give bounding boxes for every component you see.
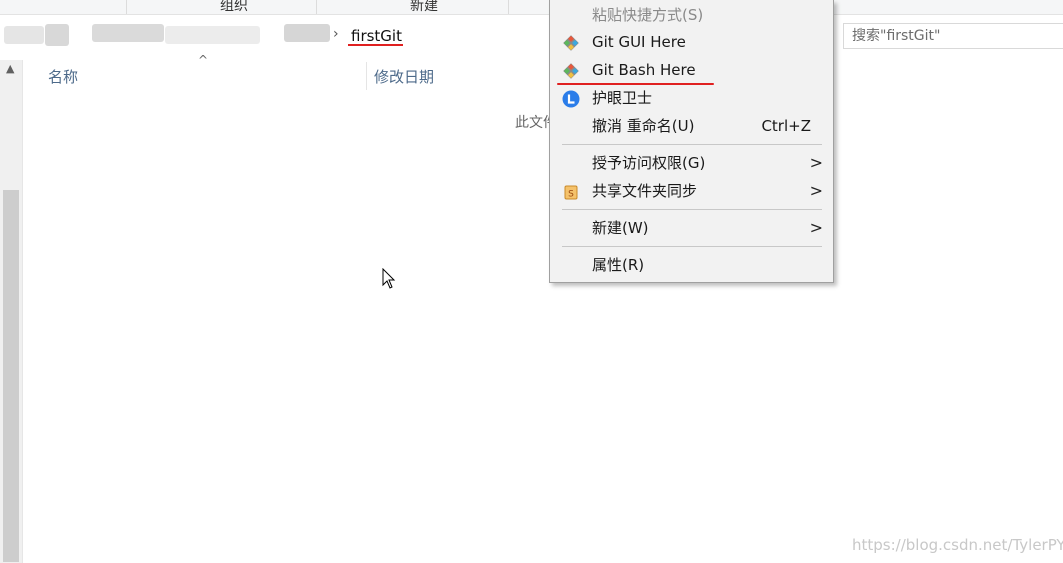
menu-separator: [562, 209, 822, 210]
menu-item-give-access[interactable]: 授予访问权限(G) >: [550, 149, 833, 177]
blurred-crumb: [45, 24, 69, 46]
eye-guard-icon: [562, 90, 580, 108]
menu-item-label: 共享文件夹同步: [592, 182, 698, 200]
context-menu: 粘贴快捷方式(S) Git GUI Here Git Bash Here 护眼卫…: [549, 0, 834, 283]
menu-item-label: Git Bash Here: [592, 61, 696, 79]
menu-item-git-bash[interactable]: Git Bash Here: [550, 56, 833, 84]
ribbon-separator: [126, 0, 127, 14]
menu-item-eye-guard[interactable]: 护眼卫士: [550, 84, 833, 112]
blurred-crumb: [4, 26, 44, 44]
git-icon: [563, 35, 579, 51]
submenu-chevron-icon: >: [809, 153, 823, 172]
git-icon: [563, 63, 579, 79]
mouse-pointer-icon: [382, 268, 396, 289]
svg-text:S: S: [568, 190, 574, 200]
menu-item-label: Git GUI Here: [592, 33, 686, 51]
ribbon-group-organize[interactable]: 组织: [220, 0, 248, 15]
menu-item-paste-shortcut[interactable]: 粘贴快捷方式(S): [550, 1, 833, 29]
watermark-text: https://blog.csdn.net/TylerPY: [852, 536, 1063, 554]
column-header-modified[interactable]: 修改日期: [374, 60, 434, 94]
menu-item-undo-rename[interactable]: 撤消 重命名(U) Ctrl+Z: [550, 112, 833, 140]
menu-item-label: 护眼卫士: [592, 89, 653, 107]
blurred-crumb: [284, 24, 330, 42]
blurred-crumb: [92, 24, 164, 42]
menu-item-properties[interactable]: 属性(R): [550, 251, 833, 279]
breadcrumb-chevron-icon[interactable]: ›: [333, 26, 339, 42]
menu-item-shortcut: Ctrl+Z: [761, 117, 811, 135]
sort-ascending-icon: ^: [198, 53, 209, 67]
red-underline-annotation: [348, 44, 403, 46]
menu-item-label: 撤消 重命名(U): [592, 117, 695, 135]
menu-item-label: 新建(W): [592, 219, 649, 237]
ribbon-group-new[interactable]: 新建: [410, 0, 438, 15]
nav-pane-scrollbar[interactable]: ▲: [0, 60, 23, 563]
scrollbar-thumb[interactable]: [3, 190, 19, 562]
ribbon-separator: [316, 0, 317, 14]
sync-folder-icon: S: [564, 185, 578, 200]
menu-separator: [562, 144, 822, 145]
ribbon-toolbar: 组织 新建: [0, 0, 1063, 15]
menu-item-label: 属性(R): [592, 256, 645, 274]
menu-item-folder-sync[interactable]: S 共享文件夹同步 >: [550, 177, 833, 205]
breadcrumb-current-folder[interactable]: firstGit: [351, 27, 402, 45]
menu-item-label: 粘贴快捷方式(S): [592, 6, 704, 24]
scroll-up-arrow-icon[interactable]: ▲: [6, 62, 14, 75]
menu-item-git-gui[interactable]: Git GUI Here: [550, 28, 833, 56]
search-input[interactable]: [844, 24, 1063, 48]
column-header-name[interactable]: 名称: [48, 60, 78, 94]
submenu-chevron-icon: >: [809, 218, 823, 237]
ribbon-separator: [508, 0, 509, 14]
blurred-crumb: [165, 26, 260, 44]
search-box[interactable]: [843, 23, 1063, 49]
column-separator[interactable]: [366, 62, 367, 90]
submenu-chevron-icon: >: [809, 181, 823, 200]
menu-item-label: 授予访问权限(G): [592, 154, 706, 172]
menu-separator: [562, 246, 822, 247]
menu-item-new[interactable]: 新建(W) >: [550, 214, 833, 242]
